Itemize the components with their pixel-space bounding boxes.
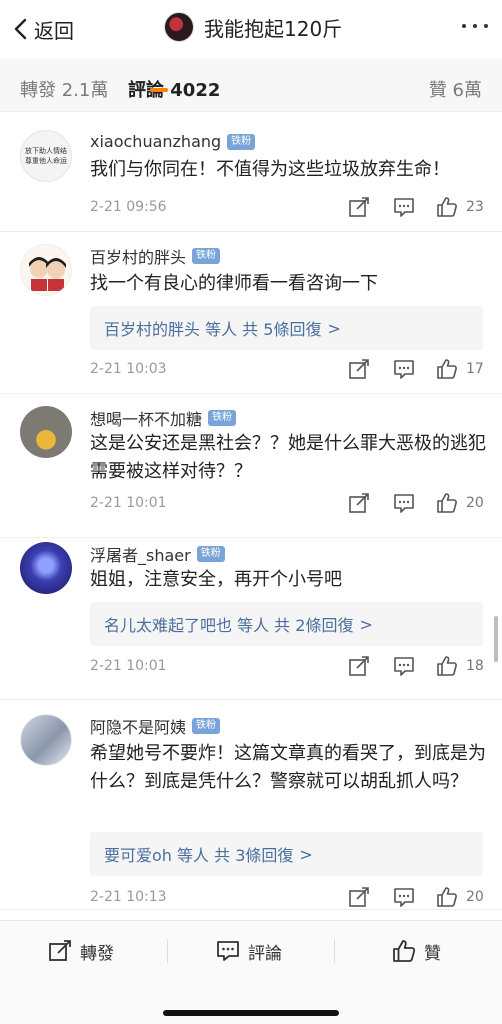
reply-icon[interactable] xyxy=(393,492,417,516)
share-icon[interactable] xyxy=(348,358,372,382)
share-icon xyxy=(49,940,71,961)
username[interactable]: xiaochuanzhang xyxy=(90,132,221,151)
comment-label: 評論 xyxy=(248,943,282,964)
like-count: 18 xyxy=(466,658,484,674)
avatar[interactable]: 放下助人情结 尊重他人命运 xyxy=(20,130,72,182)
like-count: 23 xyxy=(466,199,484,215)
thumbs-up-icon[interactable] xyxy=(436,196,460,220)
timestamp: 2-21 10:03 xyxy=(90,361,167,377)
comment-item: 放下助人情结 尊重他人命运 xiaochuanzhang 铁粉 我们与你同在！不… xyxy=(0,112,502,232)
active-tab-indicator xyxy=(150,88,168,92)
comment-meta: 2-21 10:01 20 xyxy=(90,492,484,516)
replies-text: 百岁村的胖头 等人 共 5條回復 xyxy=(104,320,322,339)
username[interactable]: 阿隐不是阿姨 xyxy=(90,714,186,738)
post-author[interactable]: 我能抱起120斤 xyxy=(164,12,342,42)
chevron-right-icon: > xyxy=(359,614,373,634)
home-indicator[interactable] xyxy=(163,1010,339,1016)
timestamp: 2-21 09:56 xyxy=(90,199,167,215)
fan-badge: 铁粉 xyxy=(227,133,256,150)
share-icon[interactable] xyxy=(348,655,372,679)
avatar[interactable] xyxy=(20,244,72,296)
comment-text: 找一个有良心的律师看一看咨询一下 xyxy=(90,273,378,294)
thumbs-up-icon[interactable] xyxy=(436,358,460,382)
back-button[interactable]: 返回 xyxy=(12,13,74,45)
share-icon[interactable] xyxy=(348,196,372,220)
timestamp: 2-21 10:13 xyxy=(90,889,167,905)
username[interactable]: 浮屠者_shaer xyxy=(90,542,191,566)
author-avatar xyxy=(164,12,194,42)
scrollbar[interactable] xyxy=(494,616,498,662)
avatar-text-line1: 放下助人情结 xyxy=(25,147,67,155)
fan-badge: 铁粉 xyxy=(192,248,221,264)
tab-bar: 轉發 2.1萬 評論 4022 贊 6萬 xyxy=(0,58,502,112)
thumbs-up-icon xyxy=(393,940,416,962)
comment-item: 浮屠者_shaer 铁粉 姐姐，注意安全，再开个小号吧 名儿太难起了吧也 等人 … xyxy=(0,538,502,700)
bottom-action-bar: 轉發 評論 贊 xyxy=(0,920,502,980)
chevron-right-icon: > xyxy=(327,318,341,338)
reply-icon[interactable] xyxy=(393,655,417,679)
username[interactable]: 想喝一杯不加糖 xyxy=(90,406,202,430)
comment-text: 姐姐，注意安全，再开个小号吧 xyxy=(90,569,342,590)
divider xyxy=(334,939,335,963)
thumbs-up-icon[interactable] xyxy=(436,655,460,679)
timestamp: 2-21 10:01 xyxy=(90,495,167,511)
comment-item: 百岁村的胖头 铁粉 找一个有良心的律师看一看咨询一下 百岁村的胖头 等人 共 5… xyxy=(0,232,502,394)
comment-icon xyxy=(217,941,239,961)
more-icon[interactable] xyxy=(462,24,488,28)
fan-badge: 铁粉 xyxy=(208,410,237,426)
username[interactable]: 百岁村的胖头 xyxy=(90,244,186,268)
timestamp: 2-21 10:01 xyxy=(90,658,167,674)
like-count: 17 xyxy=(466,361,484,377)
tab-like[interactable]: 贊 6萬 xyxy=(429,76,482,102)
like-count: 20 xyxy=(466,889,484,905)
thumbs-up-icon[interactable] xyxy=(436,492,460,516)
comment-text: 希望她号不要炸！这篇文章真的看哭了，到底是为什么？到底是凭什么？警察就可以胡乱抓… xyxy=(90,743,486,792)
like-count: 20 xyxy=(466,495,484,511)
chevron-left-icon xyxy=(14,18,27,40)
comment-meta: 2-21 09:56 23 xyxy=(90,196,484,220)
page-title: 我能抱起120斤 xyxy=(204,16,343,41)
reply-icon[interactable] xyxy=(393,358,417,382)
comment-text: 这是公安还是黑社会？？她是什么罪大恶极的逃犯需要被这样对待？？ xyxy=(90,433,486,482)
like-label: 贊 xyxy=(424,943,441,964)
replies-summary[interactable]: 名儿太难起了吧也 等人 共 2條回復 > xyxy=(90,602,483,646)
repost-button[interactable]: 轉發 xyxy=(48,921,114,981)
avatar-text-line2: 尊重他人命运 xyxy=(25,157,67,165)
comment-item: 阿隐不是阿姨 铁粉 希望她号不要炸！这篇文章真的看哭了，到底是为什么？到底是凭什… xyxy=(0,700,502,910)
avatar[interactable] xyxy=(20,714,72,766)
comment-meta: 2-21 10:13 20 xyxy=(90,886,484,910)
chevron-right-icon: > xyxy=(299,844,313,864)
comment-item: 想喝一杯不加糖 铁粉 这是公安还是黑社会？？她是什么罪大恶极的逃犯需要被这样对待… xyxy=(0,394,502,538)
tab-repost[interactable]: 轉發 2.1萬 xyxy=(20,76,108,102)
share-icon[interactable] xyxy=(348,886,372,910)
avatar[interactable] xyxy=(20,406,72,458)
reply-icon[interactable] xyxy=(393,196,417,220)
comment-meta: 2-21 10:03 17 xyxy=(90,358,484,382)
comment-list[interactable]: 放下助人情结 尊重他人命运 xiaochuanzhang 铁粉 我们与你同在！不… xyxy=(0,112,502,920)
divider xyxy=(167,939,168,963)
comment-text: 我们与你同在！不值得为这些垃圾放弃生命！ xyxy=(90,159,450,180)
replies-summary[interactable]: 要可爱oh 等人 共 3條回復 > xyxy=(90,832,483,876)
comment-meta: 2-21 10:01 18 xyxy=(90,655,484,679)
fan-badge: 铁粉 xyxy=(196,546,225,562)
avatar[interactable] xyxy=(20,542,72,594)
repost-label: 轉發 xyxy=(80,943,114,964)
replies-summary[interactable]: 百岁村的胖头 等人 共 5條回復 > xyxy=(90,306,483,350)
reply-icon[interactable] xyxy=(393,886,417,910)
comment-button[interactable]: 評論 xyxy=(216,921,282,981)
back-label: 返回 xyxy=(34,18,74,43)
fan-badge: 铁粉 xyxy=(192,718,221,734)
tab-comment[interactable]: 評論 4022 xyxy=(128,76,220,102)
share-icon[interactable] xyxy=(348,492,372,516)
replies-text: 名儿太难起了吧也 等人 共 2條回復 xyxy=(104,616,354,635)
home-indicator-area xyxy=(0,980,502,1024)
thumbs-up-icon[interactable] xyxy=(436,886,460,910)
replies-text: 要可爱oh 等人 共 3條回復 xyxy=(104,846,294,865)
nav-header: 返回 我能抱起120斤 xyxy=(0,0,502,58)
like-button[interactable]: 贊 xyxy=(392,921,441,981)
